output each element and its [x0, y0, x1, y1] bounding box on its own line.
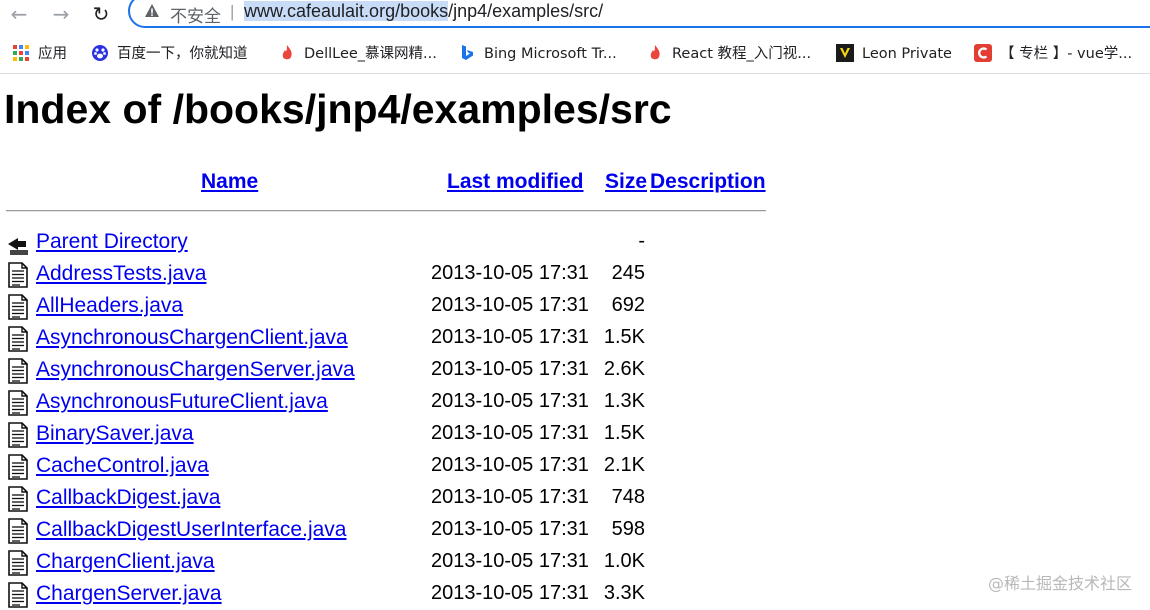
- file-modified: 2013-10-05 17:31: [431, 326, 589, 348]
- bookmark-leon-private[interactable]: Leon Private: [836, 43, 952, 65]
- reload-icon[interactable]: ↻: [88, 2, 114, 26]
- back-arrow-icon[interactable]: ←: [6, 2, 32, 26]
- file-modified: 2013-10-05 17:31: [431, 358, 589, 380]
- file-size: 3.3K: [603, 582, 645, 604]
- file-row: CacheControl.java 2013-10-05 17:31 2.1K: [0, 452, 1150, 482]
- bookmark-baidu[interactable]: 百度一下，你就知道: [91, 43, 248, 65]
- address-bar[interactable]: 不安全 | www.cafeaulait.org/books/jnp4/exam…: [128, 0, 1150, 28]
- forward-arrow-icon[interactable]: →: [48, 2, 74, 26]
- file-link[interactable]: AsynchronousChargenClient.java: [36, 326, 348, 350]
- file-link[interactable]: BinarySaver.java: [36, 422, 194, 446]
- file-size: 748: [611, 486, 645, 508]
- url-rest-text: /jnp4/examples/src/: [448, 1, 604, 21]
- bookmark-bing[interactable]: Bing Microsoft Tr...: [458, 43, 617, 65]
- watermark: @稀土掘金技术社区: [987, 574, 1132, 593]
- file-link[interactable]: AddressTests.java: [36, 262, 206, 286]
- bookmark-label: Bing Microsoft Tr...: [484, 46, 617, 62]
- file-row: BinarySaver.java 2013-10-05 17:31 1.5K: [0, 420, 1150, 450]
- warning-triangle-icon[interactable]: [144, 3, 160, 19]
- file-modified: 2013-10-05 17:31: [431, 294, 589, 316]
- text-file-icon: [8, 390, 28, 416]
- text-file-icon: [8, 262, 28, 288]
- text-file-icon: [8, 550, 28, 576]
- text-file-icon: [8, 326, 28, 352]
- header-divider: [6, 210, 766, 212]
- url-separator: |: [230, 2, 235, 21]
- file-row: AsynchronousChargenServer.java 2013-10-05…: [0, 356, 1150, 386]
- file-link[interactable]: ChargenServer.java: [36, 582, 222, 606]
- bookmark-label: Leon Private: [862, 46, 952, 62]
- apps-grid-icon: [13, 45, 29, 61]
- page-title: Index of /books/jnp4/examples/src: [4, 86, 672, 132]
- browser-toolbar: ← → ↻ 不安全 | www.cafeaulait.org/books/jnp…: [0, 0, 1150, 30]
- bookmarks-bar: 应用 百度一下，你就知道 DellLee_慕课网精... Bing Micros…: [0, 37, 1150, 74]
- file-row: CallbackDigest.java 2013-10-05 17:31 748: [0, 484, 1150, 514]
- file-row: CallbackDigestUserInterface.java 2013-10-…: [0, 516, 1150, 546]
- file-row: AsynchronousChargenClient.java 2013-10-05…: [0, 324, 1150, 354]
- parent-directory-row: Parent Directory -: [0, 228, 1150, 258]
- v-logo-icon: [836, 44, 854, 62]
- url-text[interactable]: www.cafeaulait.org/books/jnp4/examples/s…: [244, 1, 603, 22]
- bookmark-react[interactable]: React 教程_入门视...: [646, 43, 811, 65]
- text-file-icon: [8, 486, 28, 512]
- file-size: 598: [611, 518, 645, 540]
- file-size: 1.5K: [603, 422, 645, 444]
- bookmark-label: 百度一下，你就知道: [117, 46, 248, 62]
- file-size: 245: [611, 262, 645, 284]
- file-modified: 2013-10-05 17:31: [431, 518, 589, 540]
- file-size: 1.3K: [603, 390, 645, 412]
- insecure-label[interactable]: 不安全: [170, 2, 221, 27]
- file-row: AllHeaders.java 2013-10-05 17:31 692: [0, 292, 1150, 322]
- text-file-icon: [8, 582, 28, 608]
- file-modified: 2013-10-05 17:31: [431, 486, 589, 508]
- url-selected-text: www.cafeaulait.org/books: [244, 1, 449, 21]
- text-file-icon: [8, 518, 28, 544]
- file-row: AddressTests.java 2013-10-05 17:31 245: [0, 260, 1150, 290]
- file-link[interactable]: ChargenClient.java: [36, 550, 215, 574]
- text-file-icon: [8, 422, 28, 448]
- file-link[interactable]: CallbackDigest.java: [36, 486, 220, 510]
- file-modified: 2013-10-05 17:31: [431, 390, 589, 412]
- file-modified: 2013-10-05 17:31: [431, 422, 589, 444]
- file-size: 2.1K: [603, 454, 645, 476]
- bookmark-delllee[interactable]: DellLee_慕课网精...: [278, 43, 437, 65]
- file-modified: 2013-10-05 17:31: [431, 262, 589, 284]
- text-file-icon: [8, 358, 28, 384]
- file-size: 1.0K: [603, 550, 645, 572]
- bookmark-csdn[interactable]: 【 专栏 】- vue学...: [974, 43, 1132, 65]
- file-row: ChargenServer.java 2013-10-05 17:31 3.3K: [0, 580, 1150, 610]
- file-link[interactable]: AsynchronousChargenServer.java: [36, 358, 355, 382]
- column-header-size[interactable]: Size: [605, 170, 647, 194]
- back-folder-icon: [8, 238, 28, 255]
- text-file-icon: [8, 294, 28, 320]
- file-row: ChargenClient.java 2013-10-05 17:31 1.0K: [0, 548, 1150, 578]
- file-modified: 2013-10-05 17:31: [431, 582, 589, 604]
- file-link[interactable]: CacheControl.java: [36, 454, 209, 478]
- bookmark-label: 【 专栏 】- vue学...: [1000, 46, 1133, 62]
- baidu-paw-icon: [92, 45, 108, 61]
- parent-directory-link[interactable]: Parent Directory: [36, 230, 188, 254]
- text-file-icon: [8, 454, 28, 480]
- bookmark-label: DellLee_慕课网精...: [304, 46, 437, 62]
- bookmark-label: React 教程_入门视...: [672, 46, 812, 62]
- file-size: 1.5K: [603, 326, 645, 348]
- file-modified: 2013-10-05 17:31: [431, 454, 589, 476]
- file-row: AsynchronousFutureClient.java 2013-10-05 …: [0, 388, 1150, 418]
- flame-icon: [282, 45, 292, 60]
- bing-icon: [462, 45, 473, 60]
- file-link[interactable]: CallbackDigestUserInterface.java: [36, 518, 346, 542]
- bookmark-label: 应用: [38, 46, 67, 62]
- column-header-last-modified[interactable]: Last modified: [447, 170, 584, 194]
- file-link[interactable]: AsynchronousFutureClient.java: [36, 390, 328, 414]
- csdn-icon: [974, 44, 992, 62]
- bookmark-apps[interactable]: 应用: [12, 43, 67, 65]
- file-link[interactable]: AllHeaders.java: [36, 294, 183, 318]
- file-modified: 2013-10-05 17:31: [431, 550, 589, 572]
- flame-icon: [650, 45, 660, 60]
- file-size: 2.6K: [603, 358, 645, 380]
- column-header-name[interactable]: Name: [201, 170, 258, 194]
- parent-size: -: [638, 230, 645, 252]
- column-header-description[interactable]: Description: [650, 170, 766, 194]
- file-size: 692: [611, 294, 645, 316]
